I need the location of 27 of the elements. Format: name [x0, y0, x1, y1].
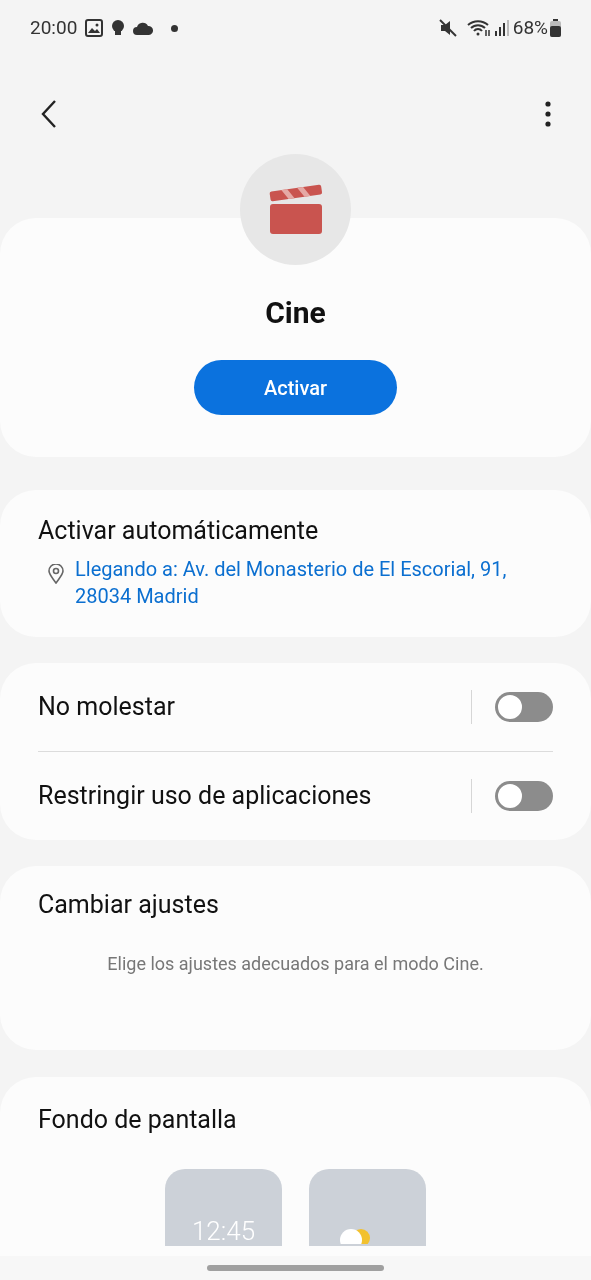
- back-icon: [40, 99, 58, 129]
- change-settings-title: Cambiar ajustes: [38, 890, 220, 920]
- toggle-label[interactable]: No molestar: [38, 688, 471, 726]
- home-handle[interactable]: [207, 1265, 384, 1271]
- toggle-switch[interactable]: [495, 692, 553, 722]
- mute-icon: [438, 19, 457, 37]
- bulb-icon: [111, 19, 126, 37]
- activate-button[interactable]: Activar: [194, 360, 397, 415]
- more-options-icon: [545, 101, 551, 127]
- location-text[interactable]: Llegando a: Av. del Monasterio de El Escorial, 91, 28034 Madrid: [75, 556, 553, 610]
- battery-percent: 68%: [512, 14, 548, 41]
- wallpaper-title: Fondo de pantalla: [38, 1105, 238, 1135]
- location-pin-icon: [48, 564, 64, 584]
- signal-icon: [494, 20, 509, 36]
- toggle-switch[interactable]: [495, 780, 553, 811]
- weather-icon: [339, 1226, 373, 1244]
- image-icon: [85, 19, 104, 37]
- auto-activate-title[interactable]: Activar automáticamente: [38, 516, 553, 546]
- clapperboard-icon: [267, 183, 324, 236]
- mode-title: Cine: [265, 298, 326, 328]
- battery-icon: [550, 19, 561, 37]
- toggle-label[interactable]: Restringir uso de aplicaciones: [38, 776, 471, 815]
- wifi-icon: [466, 19, 491, 37]
- change-settings-description: Elige los ajustes adecuados para el modo Cine.: [106, 952, 485, 976]
- status-time: 20:00: [30, 14, 78, 41]
- dot-icon: [171, 24, 179, 32]
- cloud-icon: [133, 21, 154, 35]
